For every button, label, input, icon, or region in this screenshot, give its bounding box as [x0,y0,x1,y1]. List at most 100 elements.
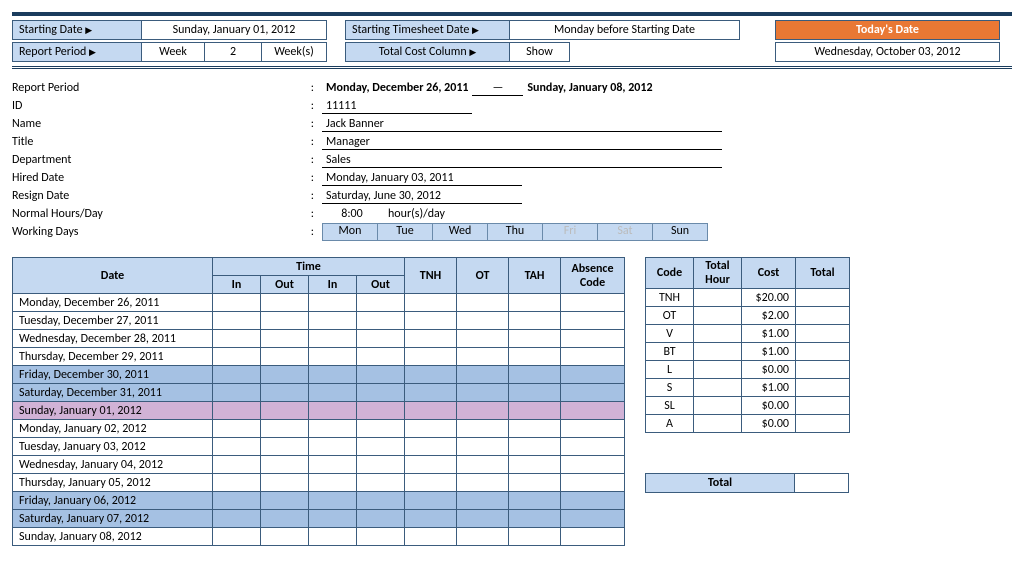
data-cell[interactable] [509,438,561,456]
data-cell[interactable] [357,402,405,420]
total-cost-value[interactable]: Show [510,42,570,62]
day-cell-fri[interactable]: Fri [542,223,598,241]
data-cell[interactable] [509,510,561,528]
data-cell[interactable] [309,528,357,546]
cost-value[interactable]: $2.00 [742,307,796,325]
data-cell[interactable] [561,366,625,384]
data-cell[interactable] [457,438,509,456]
data-cell[interactable] [357,420,405,438]
data-cell[interactable] [457,528,509,546]
data-cell[interactable] [457,420,509,438]
data-cell[interactable] [261,528,309,546]
data-cell[interactable] [457,348,509,366]
data-cell[interactable] [261,366,309,384]
cost-hour[interactable] [694,289,742,307]
data-cell[interactable] [405,294,457,312]
data-cell[interactable] [509,312,561,330]
data-cell[interactable] [261,492,309,510]
data-cell[interactable] [213,312,261,330]
data-cell[interactable] [357,384,405,402]
starting-date-value[interactable]: Sunday, January 01, 2012 [142,20,327,40]
day-cell-mon[interactable]: Mon [322,223,378,241]
data-cell[interactable] [213,366,261,384]
data-cell[interactable] [357,456,405,474]
cost-value[interactable]: $0.00 [742,415,796,433]
data-cell[interactable] [213,438,261,456]
data-cell[interactable] [261,348,309,366]
info-id[interactable]: 11111 [322,99,472,114]
day-cell-sat[interactable]: Sat [597,223,653,241]
info-hired[interactable]: Monday, January 03, 2011 [322,171,522,186]
data-cell[interactable] [509,456,561,474]
data-cell[interactable] [261,294,309,312]
data-cell[interactable] [309,330,357,348]
data-cell[interactable] [561,348,625,366]
data-cell[interactable] [457,510,509,528]
data-cell[interactable] [405,348,457,366]
data-cell[interactable] [457,492,509,510]
cost-hour[interactable] [694,343,742,361]
data-cell[interactable] [357,312,405,330]
data-cell[interactable] [261,474,309,492]
data-cell[interactable] [405,366,457,384]
cost-value[interactable]: $0.00 [742,397,796,415]
data-cell[interactable] [509,366,561,384]
data-cell[interactable] [309,474,357,492]
data-cell[interactable] [457,330,509,348]
data-cell[interactable] [261,330,309,348]
data-cell[interactable] [213,420,261,438]
data-cell[interactable] [561,492,625,510]
data-cell[interactable] [405,330,457,348]
data-cell[interactable] [357,294,405,312]
data-cell[interactable] [213,402,261,420]
data-cell[interactable] [509,384,561,402]
data-cell[interactable] [309,438,357,456]
data-cell[interactable] [357,528,405,546]
data-cell[interactable] [309,366,357,384]
data-cell[interactable] [457,312,509,330]
data-cell[interactable] [509,294,561,312]
cost-value[interactable]: $1.00 [742,379,796,397]
data-cell[interactable] [213,474,261,492]
data-cell[interactable] [309,384,357,402]
data-cell[interactable] [357,510,405,528]
data-cell[interactable] [261,510,309,528]
data-cell[interactable] [457,384,509,402]
data-cell[interactable] [561,294,625,312]
data-cell[interactable] [357,492,405,510]
cost-value[interactable]: $0.00 [742,361,796,379]
data-cell[interactable] [561,528,625,546]
data-cell[interactable] [261,420,309,438]
data-cell[interactable] [261,312,309,330]
info-department[interactable]: Sales [322,153,722,168]
data-cell[interactable] [509,420,561,438]
cost-value[interactable]: $1.00 [742,325,796,343]
data-cell[interactable] [213,492,261,510]
data-cell[interactable] [213,510,261,528]
data-cell[interactable] [561,420,625,438]
data-cell[interactable] [213,348,261,366]
data-cell[interactable] [405,528,457,546]
data-cell[interactable] [561,456,625,474]
cost-value[interactable]: $20.00 [742,289,796,307]
day-cell-sun[interactable]: Sun [652,223,708,241]
data-cell[interactable] [213,528,261,546]
day-cell-wed[interactable]: Wed [432,223,488,241]
data-cell[interactable] [357,330,405,348]
data-cell[interactable] [457,366,509,384]
data-cell[interactable] [405,438,457,456]
cost-value[interactable]: $1.00 [742,343,796,361]
data-cell[interactable] [357,348,405,366]
data-cell[interactable] [457,294,509,312]
data-cell[interactable] [405,510,457,528]
cost-hour[interactable] [694,307,742,325]
data-cell[interactable] [509,402,561,420]
info-hours[interactable]: 8:00 [322,207,382,221]
data-cell[interactable] [309,420,357,438]
data-cell[interactable] [561,474,625,492]
data-cell[interactable] [561,438,625,456]
data-cell[interactable] [405,420,457,438]
data-cell[interactable] [213,456,261,474]
data-cell[interactable] [457,474,509,492]
data-cell[interactable] [561,510,625,528]
